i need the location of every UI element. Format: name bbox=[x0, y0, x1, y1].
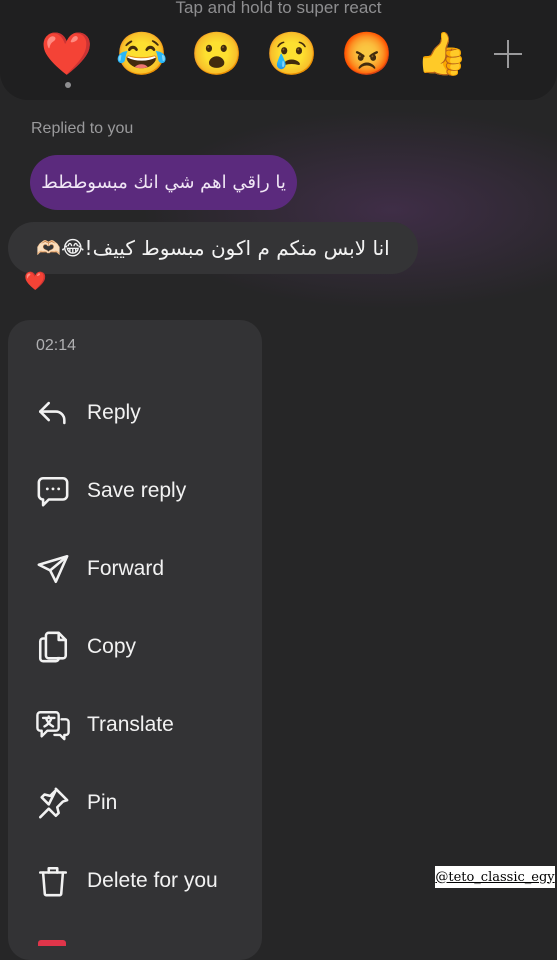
menu-item-reply[interactable]: Reply bbox=[8, 383, 262, 443]
menu-item-copy[interactable]: Copy bbox=[8, 617, 262, 677]
trash-icon bbox=[35, 863, 71, 899]
menu-item-translate[interactable]: Translate bbox=[8, 695, 262, 755]
next-menu-item-peek bbox=[38, 940, 66, 946]
menu-label: Delete for you bbox=[87, 869, 218, 892]
reaction-hint: Tap and hold to super react bbox=[175, 0, 382, 17]
menu-label: Save reply bbox=[87, 479, 187, 502]
menu-label: Pin bbox=[87, 791, 118, 814]
message-reaction[interactable]: ❤️ bbox=[24, 271, 46, 292]
translate-icon bbox=[35, 707, 71, 743]
reaction-heart[interactable]: ❤️ bbox=[38, 28, 96, 80]
quoted-message-bubble[interactable]: يا راقي اهم شي انك مبسوططط bbox=[30, 155, 297, 210]
pin-icon bbox=[35, 785, 71, 821]
menu-label: Forward bbox=[87, 557, 165, 580]
background-glow bbox=[140, 110, 557, 310]
replied-label: Replied to you bbox=[31, 120, 134, 137]
menu-item-forward[interactable]: Forward bbox=[8, 539, 262, 599]
watermark: @teto_classic_egy bbox=[435, 866, 555, 888]
reaction-sad[interactable]: 😢 bbox=[263, 28, 321, 80]
copy-icon bbox=[35, 629, 71, 665]
reply-icon bbox=[35, 395, 71, 431]
menu-item-delete[interactable]: Delete for you bbox=[8, 851, 262, 911]
menu-label: Copy bbox=[87, 635, 137, 658]
reaction-laugh[interactable]: 😂 bbox=[113, 28, 171, 80]
quoted-message-text: يا راقي اهم شي انك مبسوططط bbox=[41, 172, 286, 193]
plus-icon[interactable] bbox=[488, 34, 528, 74]
message-time: 02:14 bbox=[36, 337, 77, 354]
menu-label: Translate bbox=[87, 713, 174, 736]
message-bubble[interactable]: انا لابس منكم م اكون مبسوط كييف!😂🫶🏻 bbox=[8, 222, 418, 274]
save-reply-icon bbox=[35, 473, 71, 509]
forward-icon bbox=[35, 551, 71, 587]
reaction-thumbs-up[interactable]: 👍 bbox=[413, 28, 471, 80]
selected-reaction-dot bbox=[65, 82, 71, 88]
context-menu: 02:14 Reply Save reply Forward Copy Tran… bbox=[8, 320, 262, 960]
reaction-angry[interactable]: 😡 bbox=[338, 28, 396, 80]
menu-item-pin[interactable]: Pin bbox=[8, 773, 262, 833]
message-text: انا لابس منكم م اكون مبسوط كييف!😂🫶🏻 bbox=[36, 236, 390, 260]
menu-label: Reply bbox=[87, 401, 141, 424]
menu-item-save-reply[interactable]: Save reply bbox=[8, 461, 262, 521]
reaction-bar: Tap and hold to super react ❤️ 😂 😮 😢 😡 👍 bbox=[0, 0, 557, 100]
reaction-row: ❤️ 😂 😮 😢 😡 👍 bbox=[38, 28, 528, 80]
reaction-wow[interactable]: 😮 bbox=[188, 28, 246, 80]
